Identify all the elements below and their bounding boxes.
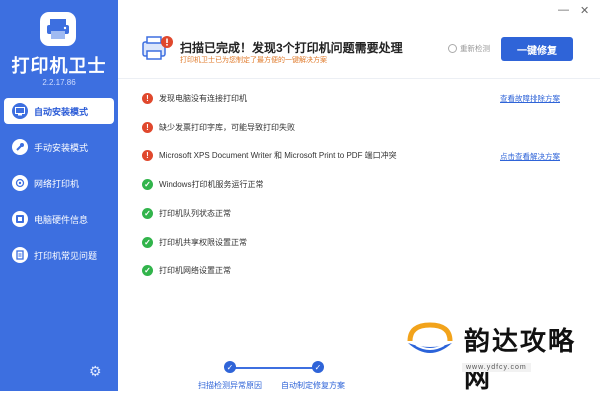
- step-1-label: 扫描检测异常原因: [198, 381, 262, 390]
- check-icon: ✓: [142, 207, 153, 219]
- watermark-text: 韵达攻略网: [464, 326, 577, 393]
- divider: [118, 78, 600, 79]
- monitor-icon: [12, 103, 28, 119]
- rescan-label: 重新检测: [460, 44, 490, 53]
- troubleshoot-link[interactable]: 查看故障排除方案: [500, 93, 560, 104]
- issue-text: 缺少发票打印字库，可能导致打印失败: [159, 122, 295, 132]
- solution-link[interactable]: 点击查看解决方案: [500, 151, 560, 162]
- minimize-button[interactable]: —: [558, 4, 569, 16]
- sidebar-item-label: 手动安装模式: [34, 142, 89, 153]
- settings-gear-icon[interactable]: ⚙: [89, 364, 103, 378]
- step-1-check-icon: ✓: [224, 361, 236, 373]
- sidebar-item-auto-install[interactable]: 自动安装模式: [4, 98, 114, 124]
- issue-text: 打印机队列状态正常: [159, 208, 231, 218]
- app-version: 2.2.17.86: [42, 78, 76, 87]
- printer-alert-icon: [140, 34, 174, 69]
- issue-row: ✓ 打印机队列状态正常: [142, 206, 231, 220]
- sidebar-item-faq[interactable]: 打印机常见问题: [4, 242, 114, 268]
- sidebar-item-network-printer[interactable]: 网络打印机: [4, 170, 114, 196]
- error-icon: !: [142, 149, 153, 161]
- issue-row: ✓ Windows打印机服务运行正常: [142, 177, 263, 191]
- one-click-fix-button[interactable]: 一键修复: [501, 37, 573, 61]
- issue-text: Windows打印机服务运行正常: [159, 179, 264, 189]
- watermark-url: www.ydfcy.com: [462, 363, 531, 372]
- issue-row: ! 缺少发票打印字库，可能导致打印失败: [142, 120, 295, 134]
- document-icon: [12, 247, 28, 263]
- issue-row: ! Microsoft XPS Document Writer 和 Micros…: [142, 148, 397, 162]
- error-icon: !: [142, 92, 153, 104]
- watermark-logo-icon: [404, 319, 456, 365]
- sidebar-item-label: 电脑硬件信息: [34, 214, 89, 225]
- check-icon: ✓: [142, 178, 153, 190]
- issue-text: 打印机网络设置正常: [159, 265, 231, 275]
- close-button[interactable]: ✕: [580, 4, 589, 17]
- app-logo: [40, 12, 76, 46]
- sidebar-item-hardware-info[interactable]: 电脑硬件信息: [4, 206, 114, 232]
- hardware-icon: [12, 211, 28, 227]
- scan-result-subtitle: 打印机卫士已为您制定了最方便的一键解决方案: [180, 57, 327, 64]
- refresh-icon: [448, 44, 457, 53]
- check-icon: ✓: [142, 236, 153, 248]
- issue-text: 打印机共享权限设置正常: [159, 237, 247, 247]
- sidebar-item-label: 网络打印机: [34, 178, 80, 189]
- issue-row: ✓ 打印机网络设置正常: [142, 263, 231, 277]
- sidebar-item-manual-install[interactable]: 手动安装模式: [4, 134, 114, 160]
- error-icon: !: [142, 121, 153, 133]
- step-2-label: 自动制定修复方案: [281, 381, 345, 390]
- site-watermark: 韵达攻略网 www.ydfcy.com: [400, 315, 596, 393]
- rescan-button[interactable]: 重新检测: [448, 43, 490, 54]
- issue-row: ! 发现电脑没有连接打印机: [142, 91, 247, 105]
- progress-line: [230, 367, 318, 369]
- app-name: 打印机卫士: [11, 56, 107, 76]
- issue-row: ✓ 打印机共享权限设置正常: [142, 235, 247, 249]
- network-icon: [12, 175, 28, 191]
- scan-result-title: 扫描已完成！发现3个打印机问题需要处理: [180, 41, 403, 55]
- sidebar-item-label: 自动安装模式: [34, 106, 89, 117]
- step-2-check-icon: ✓: [312, 361, 324, 373]
- issue-text: 发现电脑没有连接打印机: [159, 93, 247, 103]
- check-icon: ✓: [142, 264, 153, 276]
- sidebar: 打印机卫士 2.2.17.86 自动安装模式 手动安装模式 网络打印机 电脑硬件…: [0, 0, 118, 391]
- issue-text: Microsoft XPS Document Writer 和 Microsof…: [159, 150, 397, 160]
- wrench-icon: [12, 139, 28, 155]
- sidebar-item-label: 打印机常见问题: [34, 250, 98, 261]
